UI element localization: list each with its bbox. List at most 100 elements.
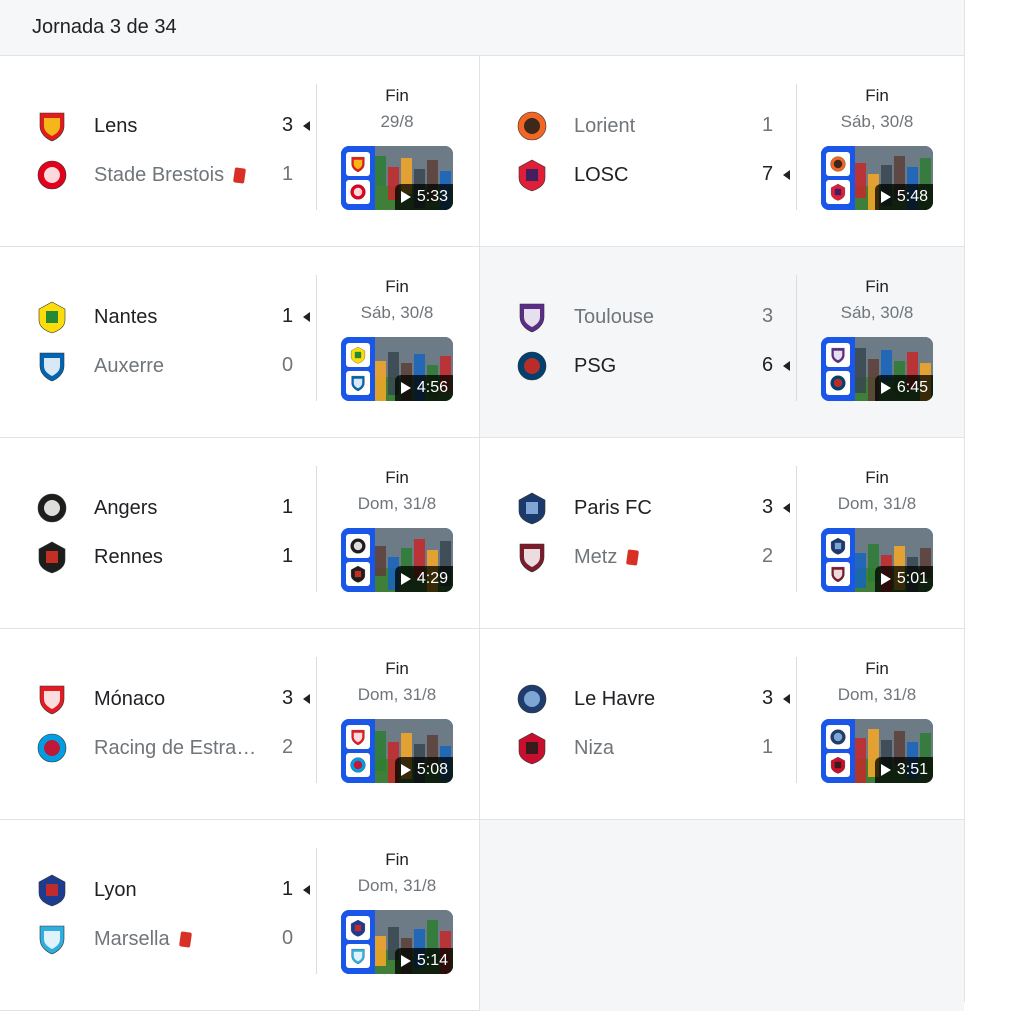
divider: [316, 275, 317, 401]
video-duration: 4:56: [394, 375, 453, 401]
team-name: Metz: [574, 545, 618, 568]
team-row-away: Metz: [514, 537, 784, 577]
team-name: Paris FC: [574, 496, 652, 519]
monaco-crest: [34, 681, 70, 717]
paris-fc-crest: [514, 490, 550, 526]
play-icon: [880, 573, 891, 585]
strasbourg-crest: [34, 730, 70, 766]
play-icon: [400, 191, 411, 203]
team-name: Auxerre: [94, 354, 165, 377]
match-card[interactable]: Toulouse 3 PSG 6 Fin Sáb, 30/8 6:45: [480, 247, 964, 438]
team-row-away: Marsella: [34, 919, 304, 959]
lens-crest: [34, 108, 70, 144]
winner-arrow-icon: [303, 694, 310, 704]
team-score: 1: [762, 114, 774, 136]
highlights-video-thumbnail[interactable]: 4:29: [341, 528, 453, 592]
team-score: 1: [282, 163, 294, 185]
nantes-crest: [346, 343, 370, 367]
video-duration: 4:29: [394, 566, 453, 592]
team-row-home: Le Havre: [514, 679, 784, 719]
winner-arrow-icon: [783, 694, 790, 704]
match-card[interactable]: Lens 3 Stade Brestois 1 Fin 29/8 5:33: [0, 56, 480, 247]
losc-crest: [514, 157, 550, 193]
match-card[interactable]: Le Havre 3 Niza 1 Fin Dom, 31/8 3:51: [480, 629, 964, 820]
duration-label: 4:56: [416, 379, 448, 396]
play-icon: [880, 191, 891, 203]
play-icon: [400, 382, 411, 394]
highlights-video-thumbnail[interactable]: 5:14: [341, 910, 453, 974]
rennes-crest: [346, 562, 370, 586]
match-date: Dom, 31/8: [837, 685, 917, 704]
team-name: Angers: [94, 496, 158, 519]
team-name: Toulouse: [574, 305, 655, 328]
match-status: Fin: [385, 277, 409, 296]
duration-label: 5:33: [416, 188, 448, 205]
play-icon: [880, 382, 891, 394]
match-status: Fin: [865, 86, 889, 105]
lyon-crest: [346, 916, 370, 940]
divider: [796, 466, 797, 592]
duration-label: 4:29: [416, 570, 448, 587]
highlights-video-thumbnail[interactable]: 3:51: [821, 719, 933, 783]
video-duration: 5:33: [394, 184, 453, 210]
divider: [316, 466, 317, 592]
match-date: Dom, 31/8: [357, 685, 437, 704]
highlights-video-thumbnail[interactable]: 5:08: [341, 719, 453, 783]
team-row-home: Angers: [34, 488, 304, 528]
match-card[interactable]: Nantes 1 Auxerre 0 Fin Sáb, 30/8 4:56: [0, 247, 480, 438]
video-duration: 5:48: [874, 184, 933, 210]
highlights-video-thumbnail[interactable]: 5:33: [341, 146, 453, 210]
team-name: Lorient: [574, 114, 636, 137]
highlights-video-thumbnail[interactable]: 5:01: [821, 528, 933, 592]
highlights-video-thumbnail[interactable]: 5:48: [821, 146, 933, 210]
team-score: 0: [282, 927, 294, 949]
red-card-icon: [626, 548, 640, 566]
team-score: 3: [762, 305, 774, 327]
duration-label: 3:51: [896, 761, 928, 778]
team-row-away: Rennes: [34, 537, 304, 577]
match-date: Sáb, 30/8: [360, 303, 434, 322]
team-score: 3: [282, 114, 294, 136]
duration-label: 5:01: [896, 570, 928, 587]
team-score: 1: [282, 545, 294, 567]
team-score: 1: [762, 736, 774, 758]
video-duration: 5:01: [874, 566, 933, 592]
team-name: Le Havre: [574, 687, 656, 710]
team-name: Stade Brestois: [94, 163, 225, 186]
matchday-title: Jornada 3 de 34: [32, 16, 177, 38]
team-name: Lyon: [94, 878, 137, 901]
team-row-home: Lens: [34, 106, 304, 146]
team-name: Racing de Estrasburgo: [94, 736, 266, 759]
le-havre-crest: [514, 681, 550, 717]
divider: [796, 275, 797, 401]
match-card[interactable]: Paris FC 3 Metz 2 Fin Dom, 31/8 5:01: [480, 438, 964, 629]
match-card[interactable]: Lorient 1 LOSC 7 Fin Sáb, 30/8 5:48: [480, 56, 964, 247]
match-status: Fin: [385, 86, 409, 105]
match-card[interactable]: Lyon 1 Marsella 0 Fin Dom, 31/8 5:14: [0, 820, 480, 1011]
duration-label: 5:48: [896, 188, 928, 205]
winner-arrow-icon: [303, 312, 310, 322]
highlights-video-thumbnail[interactable]: 6:45: [821, 337, 933, 401]
team-score: 1: [282, 496, 294, 518]
winner-arrow-icon: [303, 121, 310, 131]
team-name: LOSC: [574, 163, 629, 186]
team-score: 2: [762, 545, 774, 567]
team-row-away: Stade Brestois: [34, 155, 304, 195]
highlights-video-thumbnail[interactable]: 4:56: [341, 337, 453, 401]
team-row-away: Racing de Estrasburgo: [34, 728, 304, 768]
auxerre-crest: [34, 348, 70, 384]
lorient-crest: [514, 108, 550, 144]
match-card[interactable]: Angers 1 Rennes 1 Fin Dom, 31/8 4:29: [0, 438, 480, 629]
paris-fc-crest: [826, 534, 850, 558]
divider: [796, 657, 797, 783]
lens-crest: [346, 152, 370, 176]
team-row-home: Mónaco: [34, 679, 304, 719]
team-name: Niza: [574, 736, 615, 759]
video-duration: 5:14: [394, 948, 453, 974]
team-score: 1: [282, 878, 294, 900]
match-card[interactable]: Mónaco 3 Racing de Estrasburgo 2 Fin Dom, 31/…: [0, 629, 480, 820]
matchday-header: Jornada 3 de 34: [0, 0, 964, 56]
match-date: Sáb, 30/8: [840, 112, 914, 131]
nice-crest: [826, 753, 850, 777]
toulouse-crest: [514, 299, 550, 335]
